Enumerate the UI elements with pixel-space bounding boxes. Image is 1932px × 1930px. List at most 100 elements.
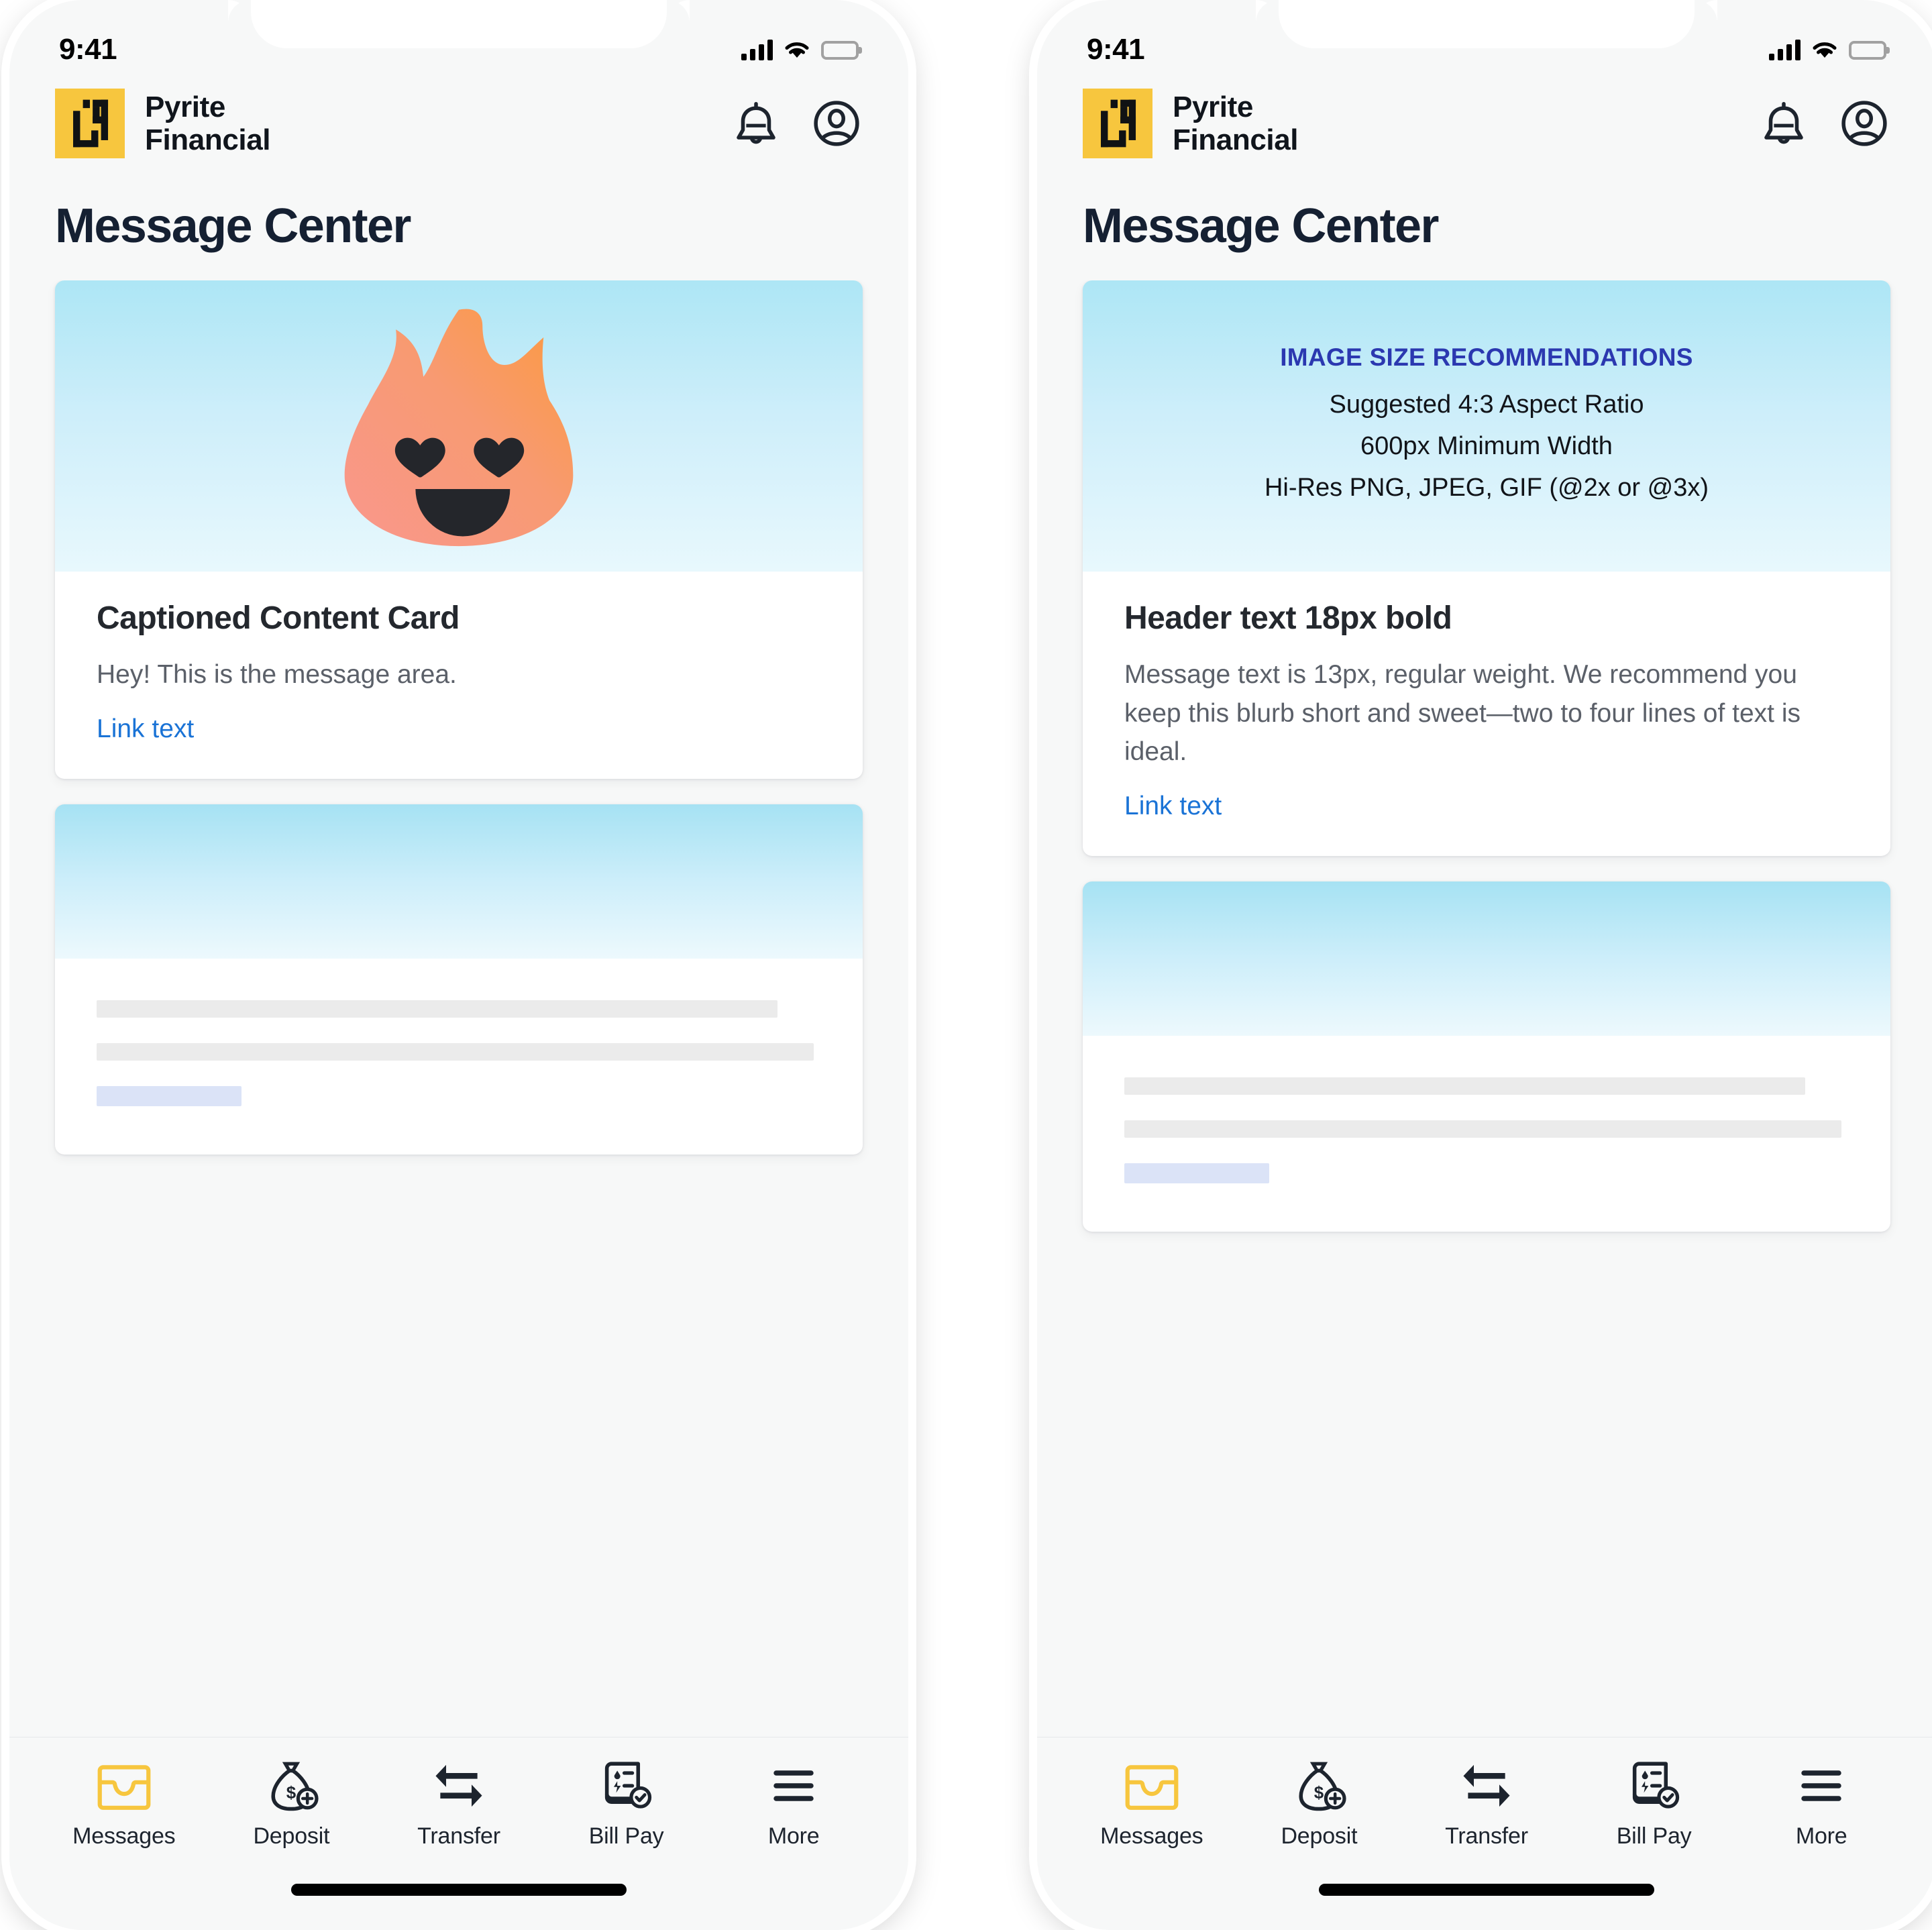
skeleton-line xyxy=(97,1000,778,1018)
tab-label: More xyxy=(767,1823,820,1849)
tab-label: Bill Pay xyxy=(588,1823,664,1849)
skeleton-body xyxy=(55,959,863,1155)
image-size-recommendations: IMAGE SIZE RECOMMENDATIONS Suggested 4:3… xyxy=(1238,340,1735,512)
bill-check-icon xyxy=(604,1762,651,1809)
skeleton-link xyxy=(97,1085,241,1106)
card-media xyxy=(55,280,863,572)
page-title: Message Center xyxy=(1083,199,1439,253)
transfer-arrows-icon xyxy=(435,1764,482,1807)
skeleton-line xyxy=(1124,1120,1842,1138)
account-circle-icon[interactable] xyxy=(810,97,863,150)
status-bar-time: 9:41 xyxy=(1087,33,1145,66)
skeleton-media xyxy=(1083,881,1890,1036)
status-bar-time: 9:41 xyxy=(59,33,117,66)
card-message: Message text is 13px, regular weight. We… xyxy=(1124,660,1801,767)
skeleton-card[interactable] xyxy=(1083,881,1890,1232)
tab-bill-pay[interactable]: Bill Pay xyxy=(1570,1760,1738,1849)
two-phone-mockup-stage: 9:41 Pyrite Financial Message Center Cap… xyxy=(0,0,1932,1930)
pyrite-financial-logo-icon xyxy=(55,89,125,158)
tab-label: More xyxy=(1795,1823,1847,1849)
tab-transfer[interactable]: Transfer xyxy=(1403,1760,1570,1849)
content-card[interactable]: IMAGE SIZE RECOMMENDATIONS Suggested 4:3… xyxy=(1083,280,1890,857)
card-title: Header text 18px bold xyxy=(1124,600,1452,636)
status-bar-icons xyxy=(741,40,859,60)
bell-icon[interactable] xyxy=(730,97,782,150)
tab-more[interactable]: More xyxy=(710,1760,877,1849)
skeleton-body xyxy=(1083,1036,1890,1232)
wifi-icon xyxy=(785,42,809,58)
inbox-icon xyxy=(97,1765,151,1810)
inbox-icon xyxy=(1125,1765,1179,1810)
tab-deposit[interactable]: $ Deposit xyxy=(208,1760,376,1849)
card-body: Captioned Content Card Hey! This is the … xyxy=(55,572,863,779)
tab-transfer[interactable]: Transfer xyxy=(375,1760,543,1849)
media-note-line: Hi-Res PNG, JPEG, GIF (@2x or @3x) xyxy=(1264,474,1709,502)
svg-text:$: $ xyxy=(286,1784,297,1803)
tab-label: Transfer xyxy=(1445,1823,1528,1849)
hamburger-menu-icon xyxy=(1801,1770,1841,1801)
skeleton-card[interactable] xyxy=(55,804,863,1155)
wifi-icon xyxy=(1813,42,1837,58)
tab-more[interactable]: More xyxy=(1737,1760,1905,1849)
tab-label: Messages xyxy=(72,1823,176,1849)
card-body: Header text 18px bold Message text is 13… xyxy=(1083,572,1890,856)
battery-full-icon xyxy=(821,41,859,60)
skeleton-line xyxy=(1124,1077,1806,1095)
money-bag-plus-icon: $ xyxy=(1299,1762,1346,1811)
pyrite-financial-logo-icon xyxy=(1083,89,1152,158)
card-media: IMAGE SIZE RECOMMENDATIONS Suggested 4:3… xyxy=(1083,280,1890,572)
phone-right: 9:41 Pyrite Financial Message Center IMA… xyxy=(1037,0,1932,1930)
header-actions xyxy=(730,97,863,150)
app-header: Pyrite Financial xyxy=(1037,79,1932,170)
home-indicator[interactable] xyxy=(1319,1884,1654,1896)
media-note-line: Suggested 4:3 Aspect Ratio xyxy=(1329,390,1644,419)
card-link[interactable]: Link text xyxy=(97,714,194,744)
phone-left-screen: 9:41 Pyrite Financial Message Center Cap… xyxy=(9,0,908,1930)
cellular-signal-icon xyxy=(1769,40,1801,60)
media-note-line: 600px Minimum Width xyxy=(1360,432,1613,461)
app-header: Pyrite Financial xyxy=(9,79,908,170)
tab-bill-pay[interactable]: Bill Pay xyxy=(543,1760,710,1849)
card-title: Captioned Content Card xyxy=(97,600,460,636)
brand-lockup: Pyrite Financial xyxy=(55,89,271,158)
home-indicator-area xyxy=(1037,1849,1932,1930)
money-bag-plus-icon: $ xyxy=(271,1762,319,1811)
content-card[interactable]: Captioned Content Card Hey! This is the … xyxy=(55,280,863,779)
tab-label: Deposit xyxy=(1281,1823,1358,1849)
phone-right-screen: 9:41 Pyrite Financial Message Center IMA… xyxy=(1037,0,1932,1930)
brand-name: Pyrite Financial xyxy=(1173,90,1299,156)
tab-deposit[interactable]: $ Deposit xyxy=(1236,1760,1403,1849)
tab-messages[interactable]: Messages xyxy=(40,1760,208,1849)
bell-icon[interactable] xyxy=(1758,97,1810,150)
tab-label: Bill Pay xyxy=(1616,1823,1692,1849)
phone-left: 9:41 Pyrite Financial Message Center Cap… xyxy=(9,0,908,1930)
brand-name: Pyrite Financial xyxy=(145,90,271,156)
media-note-title: IMAGE SIZE RECOMMENDATIONS xyxy=(1280,343,1693,371)
card-link[interactable]: Link text xyxy=(1124,792,1222,821)
hamburger-menu-icon xyxy=(773,1770,814,1801)
home-indicator-area xyxy=(9,1849,908,1930)
bottom-tab-bar: Messages $ Deposit Transfer Bill Pay Mor… xyxy=(1037,1737,1932,1849)
skeleton-line xyxy=(97,1042,814,1061)
header-actions xyxy=(1758,97,1890,150)
message-list: IMAGE SIZE RECOMMENDATIONS Suggested 4:3… xyxy=(1037,280,1932,1737)
tab-messages[interactable]: Messages xyxy=(1068,1760,1236,1849)
home-indicator[interactable] xyxy=(291,1884,627,1896)
card-message: Hey! This is the message area. xyxy=(97,660,457,689)
skeleton-link xyxy=(1124,1163,1269,1184)
brand-lockup: Pyrite Financial xyxy=(1083,89,1299,158)
battery-full-icon xyxy=(1849,41,1886,60)
page-title: Message Center xyxy=(55,199,411,253)
status-bar: 9:41 xyxy=(9,0,908,79)
status-bar-icons xyxy=(1769,40,1886,60)
svg-text:$: $ xyxy=(1314,1784,1324,1803)
tab-label: Transfer xyxy=(417,1823,500,1849)
flame-heart-eyes-emoji xyxy=(344,309,574,547)
tab-label: Messages xyxy=(1100,1823,1203,1849)
account-circle-icon[interactable] xyxy=(1838,97,1890,150)
cellular-signal-icon xyxy=(741,40,773,60)
message-list: Captioned Content Card Hey! This is the … xyxy=(9,280,908,1737)
tab-label: Deposit xyxy=(253,1823,330,1849)
status-bar: 9:41 xyxy=(1037,0,1932,79)
bill-check-icon xyxy=(1632,1762,1679,1809)
